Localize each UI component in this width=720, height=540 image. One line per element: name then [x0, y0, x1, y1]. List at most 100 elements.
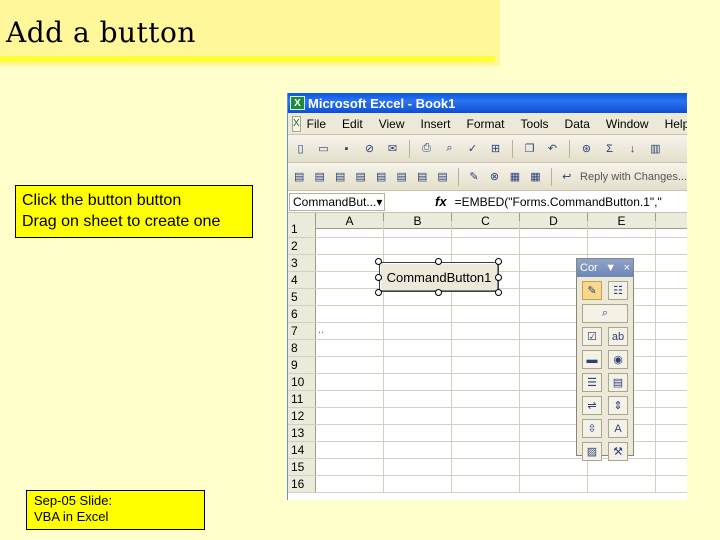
open-icon[interactable]: ▭	[315, 140, 332, 157]
permission-icon[interactable]: ⊘	[361, 140, 378, 157]
excel-titlebar[interactable]: X Microsoft Excel - Book1	[288, 93, 687, 113]
cell[interactable]	[316, 238, 384, 254]
menu-file[interactable]: File	[307, 117, 326, 131]
reply-with-changes-icon[interactable]: ↩	[560, 168, 574, 185]
menu-insert[interactable]: Insert	[421, 117, 451, 131]
resize-handle-e[interactable]	[495, 274, 502, 281]
tb2-icon-1[interactable]: ▤	[292, 168, 306, 185]
row-header[interactable]: 11	[288, 391, 316, 407]
sort-ascending-icon[interactable]: ↓	[624, 140, 641, 157]
row-header[interactable]: 13	[288, 425, 316, 441]
cell[interactable]	[316, 374, 384, 390]
cell[interactable]	[588, 221, 656, 237]
tb2-icon-9[interactable]: ✎	[467, 168, 481, 185]
cell[interactable]	[316, 459, 384, 475]
cell[interactable]	[316, 476, 384, 492]
textbox-icon[interactable]: ab	[608, 327, 628, 346]
checkbox-icon[interactable]: ☑	[582, 327, 602, 346]
row-header[interactable]: 8	[288, 340, 316, 356]
row-header[interactable]: 12	[288, 408, 316, 424]
cell[interactable]	[316, 442, 384, 458]
menu-view[interactable]: View	[379, 117, 405, 131]
resize-handle-nw[interactable]	[375, 258, 382, 265]
scrollbar-icon[interactable]: ⇕	[608, 396, 628, 415]
tb2-icon-5[interactable]: ▤	[374, 168, 388, 185]
reply-with-changes-button[interactable]: Reply with Changes...	[580, 171, 687, 183]
chart-icon[interactable]: ▥	[647, 140, 664, 157]
combobox-icon[interactable]: ▤	[608, 373, 628, 392]
cell[interactable]	[384, 459, 452, 475]
menu-help[interactable]: Help	[665, 117, 687, 131]
tb2-icon-4[interactable]: ▤	[353, 168, 367, 185]
cell[interactable]	[588, 476, 656, 492]
tb2-icon-7[interactable]: ▤	[415, 168, 429, 185]
cell[interactable]	[588, 238, 656, 254]
control-toolbox-titlebar[interactable]: Cor ▼ ×	[577, 259, 633, 277]
cell[interactable]	[452, 391, 520, 407]
cell[interactable]	[452, 357, 520, 373]
cell[interactable]	[452, 374, 520, 390]
cell[interactable]	[316, 408, 384, 424]
tb2-icon-6[interactable]: ▤	[394, 168, 408, 185]
resize-handle-sw[interactable]	[375, 289, 382, 296]
option-button-icon[interactable]: ◉	[608, 350, 628, 369]
row-header[interactable]: 6	[288, 306, 316, 322]
menu-window[interactable]: Window	[606, 117, 649, 131]
fx-icon[interactable]: fx	[435, 194, 447, 209]
save-icon[interactable]: ▪	[338, 140, 355, 157]
research-icon[interactable]: ⊞	[487, 140, 504, 157]
cell[interactable]	[316, 289, 384, 305]
cell[interactable]	[384, 357, 452, 373]
tb2-icon-3[interactable]: ▤	[333, 168, 347, 185]
tb2-icon-8[interactable]: ▤	[435, 168, 449, 185]
cell[interactable]	[316, 221, 384, 237]
cell[interactable]	[452, 323, 520, 339]
cell-a7[interactable]: ..	[316, 323, 384, 339]
row-header[interactable]: 7	[288, 323, 316, 339]
cell[interactable]	[384, 442, 452, 458]
resize-handle-se[interactable]	[495, 289, 502, 296]
workbook-icon[interactable]: X	[292, 115, 301, 132]
new-icon[interactable]: ▯	[292, 140, 309, 157]
properties-icon[interactable]: ☷	[608, 281, 628, 300]
cell[interactable]	[452, 442, 520, 458]
row-header[interactable]: 3	[288, 255, 316, 271]
formula-input[interactable]: =EMBED("Forms.CommandButton.1","	[455, 195, 662, 209]
cell[interactable]	[520, 221, 588, 237]
hyperlink-icon[interactable]: ⊛	[578, 140, 595, 157]
spelling-icon[interactable]: ✓	[464, 140, 481, 157]
resize-handle-ne[interactable]	[495, 258, 502, 265]
resize-handle-s[interactable]	[435, 289, 442, 296]
resize-handle-w[interactable]	[375, 274, 382, 281]
row-header[interactable]: 15	[288, 459, 316, 475]
design-mode-icon[interactable]: ✎	[582, 281, 602, 300]
print-icon[interactable]: ⎙	[418, 140, 435, 157]
cell[interactable]	[452, 221, 520, 237]
cell[interactable]	[452, 425, 520, 441]
row-header[interactable]: 14	[288, 442, 316, 458]
cell[interactable]	[384, 391, 452, 407]
menu-edit[interactable]: Edit	[342, 117, 363, 131]
cell[interactable]	[316, 255, 384, 271]
name-box-dropdown-icon[interactable]: ▾	[376, 195, 382, 209]
toolbar-options-icon[interactable]: ▼	[605, 262, 616, 274]
name-box[interactable]: CommandBut... ▾	[289, 192, 385, 211]
cell[interactable]	[316, 357, 384, 373]
row-header[interactable]: 5	[288, 289, 316, 305]
row-header[interactable]: 10	[288, 374, 316, 390]
copy-icon[interactable]: ❐	[521, 140, 538, 157]
menu-data[interactable]: Data	[565, 117, 590, 131]
cell[interactable]	[384, 374, 452, 390]
cell[interactable]	[384, 323, 452, 339]
cell[interactable]	[316, 340, 384, 356]
more-controls-icon[interactable]: ⚒	[608, 442, 628, 461]
listbox-icon[interactable]: ☰	[582, 373, 602, 392]
cell[interactable]	[452, 408, 520, 424]
cell[interactable]	[452, 340, 520, 356]
cell[interactable]	[316, 306, 384, 322]
print-preview-icon[interactable]: ⌕	[441, 140, 458, 157]
cell[interactable]	[316, 391, 384, 407]
cell[interactable]	[316, 272, 384, 288]
undo-icon[interactable]: ↶	[544, 140, 561, 157]
spin-button-icon[interactable]: ⇳	[582, 419, 602, 438]
